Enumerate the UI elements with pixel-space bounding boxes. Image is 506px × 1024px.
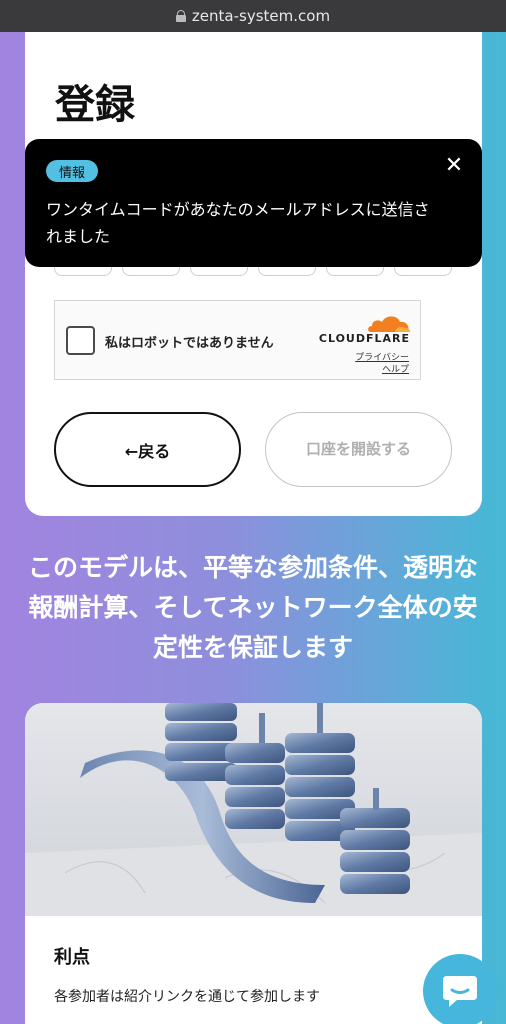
lock-icon — [175, 10, 186, 22]
url-text: zenta-system.com — [191, 7, 331, 25]
server-illustration — [25, 703, 482, 916]
cloudflare-icon — [368, 316, 411, 332]
info-badge: 情報 — [46, 160, 98, 182]
tagline: このモデルは、平等な参加条件、透明な報酬計算、そしてネットワーク全体の安定性を保… — [27, 553, 478, 662]
page-title: 登録 — [55, 82, 135, 128]
help-link[interactable]: ヘルプ — [382, 362, 409, 375]
registration-card: 登録 私はロボットではありません CLOUDFLARE プライバシー ヘルプ ←… — [25, 32, 482, 516]
chat-button[interactable] — [423, 954, 497, 1024]
open-account-button[interactable]: 口座を開設する — [265, 412, 452, 487]
captcha-label: 私はロボットではありません — [105, 336, 274, 351]
back-button[interactable]: ←戻る — [54, 412, 241, 487]
chat-icon — [443, 976, 477, 1007]
cloudflare-brand: CLOUDFLARE — [318, 332, 410, 345]
feature-description: 各参加者は紹介リンクを通じて参加します — [54, 989, 320, 1005]
captcha-checkbox[interactable] — [66, 326, 95, 355]
feature-title: 利点 — [54, 947, 90, 968]
feature-card: 利点 各参加者は紹介リンクを通じて参加します — [25, 703, 482, 1024]
close-icon[interactable]: ✕ — [443, 155, 465, 177]
info-toast: 情報 ✕ ワンタイムコードがあなたのメールアドレスに送信されました — [25, 139, 482, 267]
browser-url-bar[interactable]: zenta-system.com — [0, 0, 506, 32]
captcha-widget: 私はロボットではありません CLOUDFLARE プライバシー ヘルプ — [54, 300, 421, 380]
toast-message: ワンタイムコードがあなたのメールアドレスに送信されました — [46, 200, 430, 246]
